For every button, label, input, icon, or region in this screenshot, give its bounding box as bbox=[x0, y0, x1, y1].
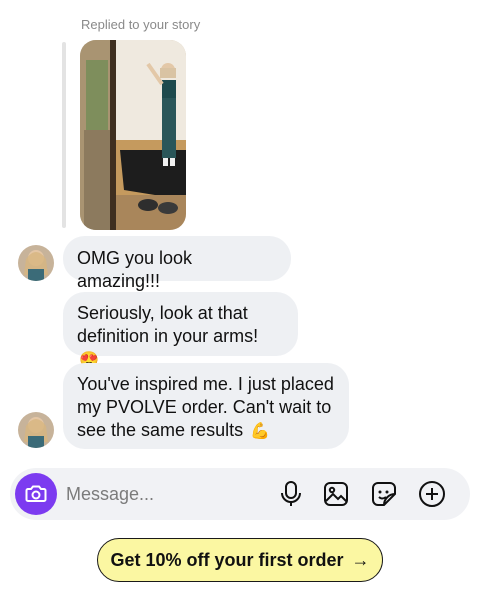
story-thumbnail[interactable] bbox=[80, 40, 186, 230]
add-button[interactable] bbox=[418, 480, 446, 508]
microphone-button[interactable] bbox=[277, 480, 305, 508]
message-bubble: Seriously, look at that definition in yo… bbox=[63, 292, 298, 369]
story-reply-label: Replied to your story bbox=[81, 17, 201, 32]
sender-avatar[interactable] bbox=[18, 245, 54, 281]
message-input[interactable] bbox=[66, 482, 266, 506]
flexed-biceps-emoji: 💪 bbox=[250, 423, 271, 440]
sticker-button[interactable] bbox=[370, 480, 398, 508]
arrow-right-icon: → bbox=[351, 549, 370, 570]
camera-icon bbox=[25, 485, 47, 502]
discount-cta-button[interactable]: Get 10% off your first order → bbox=[97, 538, 383, 582]
message-text: OMG you look amazing!!! bbox=[77, 248, 193, 291]
message-text: You've inspired me. I just placed my PVO… bbox=[77, 374, 334, 440]
microphone-icon bbox=[281, 481, 301, 506]
story-reply-bar bbox=[62, 42, 66, 228]
add-icon bbox=[419, 481, 445, 507]
camera-button[interactable] bbox=[15, 473, 57, 515]
image-icon bbox=[324, 482, 348, 506]
sticker-icon bbox=[372, 482, 396, 506]
message-bubble: You've inspired me. I just placed my PVO… bbox=[63, 363, 349, 449]
sender-avatar[interactable] bbox=[18, 412, 54, 448]
message-bubble: OMG you look amazing!!! bbox=[63, 236, 291, 291]
message-text: Seriously, look at that definition in yo… bbox=[77, 303, 259, 346]
message-composer bbox=[10, 468, 470, 520]
image-button[interactable] bbox=[322, 480, 350, 508]
cta-label: Get 10% off your first order bbox=[110, 549, 344, 570]
